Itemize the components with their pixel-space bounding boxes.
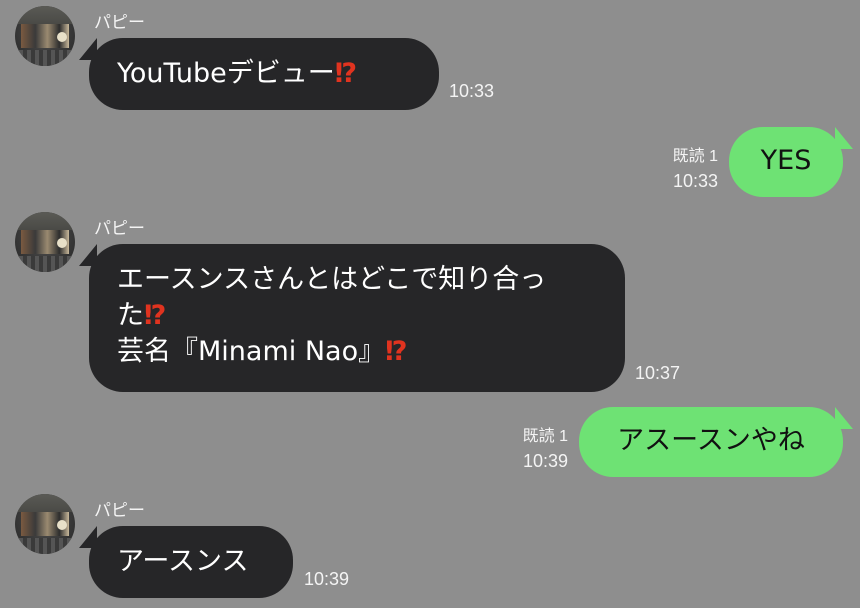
message-text: YouTubeデビュー xyxy=(117,58,335,89)
exclamation-question-mark-icon: ⁉ xyxy=(334,58,357,89)
sender-name: パピー xyxy=(94,219,145,238)
message-timestamp: 10:33 xyxy=(672,171,718,191)
message-text: アスースンやね xyxy=(617,425,805,456)
sender-name: パピー xyxy=(94,13,145,32)
incoming-message-bubble[interactable]: エースンスさんとはどこで知り合っ た⁉ 芸名『Minami Nao』⁉ xyxy=(79,244,625,392)
read-receipt: 既読 1 xyxy=(522,428,568,445)
message-text: アースンス xyxy=(117,546,249,577)
sender-avatar[interactable] xyxy=(15,494,75,554)
message-text-line: た xyxy=(117,300,144,331)
message-text-line: 芸名『Minami Nao』 xyxy=(117,336,386,367)
sender-name: パピー xyxy=(94,501,145,520)
message-timestamp: 10:33 xyxy=(449,81,495,101)
sender-avatar[interactable] xyxy=(15,6,75,66)
exclamation-question-mark-icon: ⁉ xyxy=(144,300,166,331)
message-timestamp: 10:39 xyxy=(304,569,350,589)
incoming-message-bubble[interactable]: アースンス xyxy=(79,526,293,598)
outgoing-message-bubble[interactable]: YES xyxy=(729,127,853,197)
read-receipt: 既読 1 xyxy=(672,148,718,165)
exclamation-question-mark-icon: ⁉ xyxy=(385,336,407,367)
message-timestamp: 10:37 xyxy=(635,363,681,383)
message-text-line: エースンスさんとはどこで知り合っ xyxy=(117,264,547,295)
message-timestamp: 10:39 xyxy=(522,451,568,471)
incoming-message-bubble[interactable]: YouTubeデビュー⁉ xyxy=(79,38,439,110)
outgoing-message-bubble[interactable]: アスースンやね xyxy=(579,407,853,477)
message-text: YES xyxy=(760,145,812,176)
sender-avatar[interactable] xyxy=(15,212,75,272)
message-meta: 既読 1 10:33 xyxy=(640,145,718,193)
message-meta: 既読 1 10:39 xyxy=(490,425,568,473)
